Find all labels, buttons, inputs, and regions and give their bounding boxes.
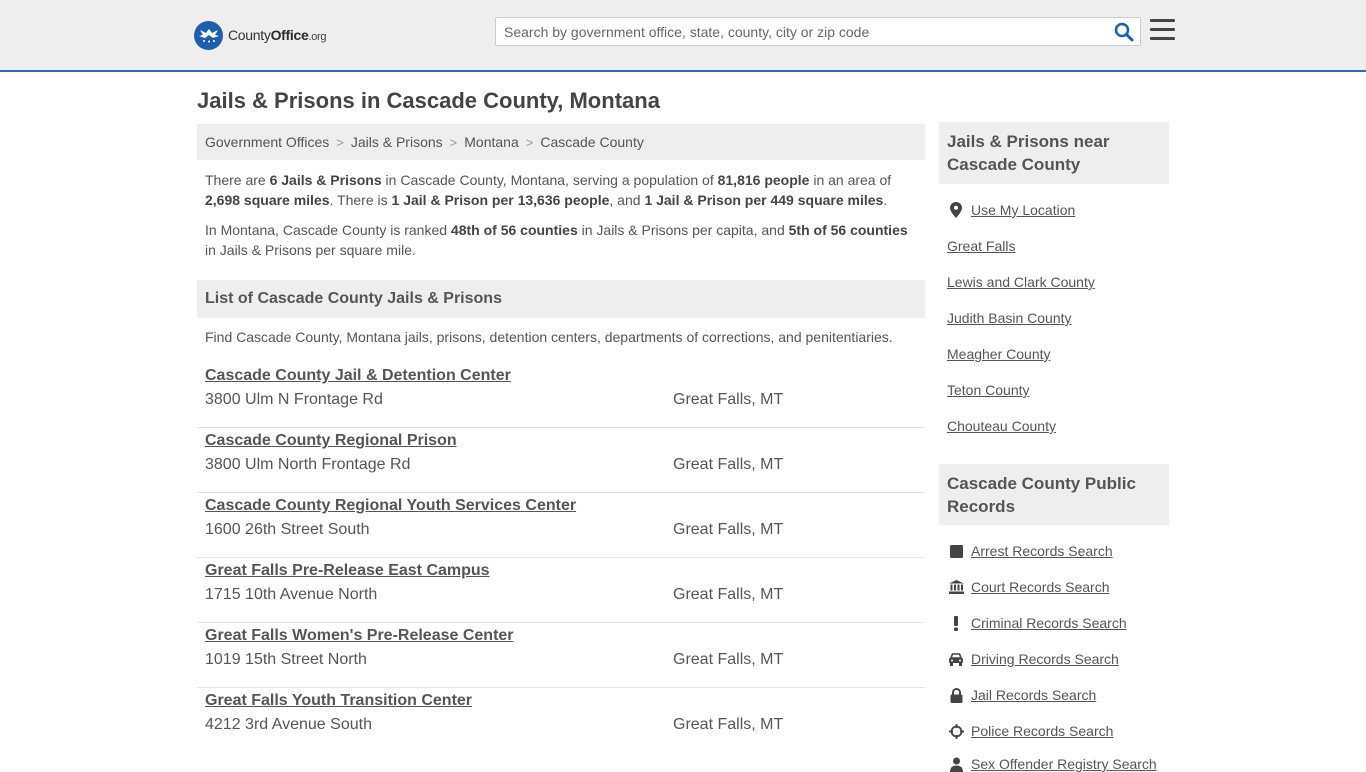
logo-wordmark: CountyOffice.org [228,27,327,43]
summary-paragraph: There are 6 Jails & Prisons in Cascade C… [205,170,920,210]
summary-text: , and [609,192,645,208]
sidebar-nearby-title: Jails & Prisons near Cascade County [939,122,1169,184]
jail-records-link[interactable]: Jail Records Search [971,687,1096,703]
criminal-records-link[interactable]: Criminal Records Search [971,615,1127,631]
search-bar [495,17,1141,46]
list-section-description: Find Cascade County, Montana jails, pris… [205,329,893,345]
listing-name-link[interactable]: Cascade County Regional Prison [205,432,457,450]
eagle-logo-icon [194,20,223,50]
listing-city: Great Falls, MT [673,651,784,668]
list-item: Great Falls Women's Pre-Release Center 1… [197,623,925,688]
breadcrumb-jails-prisons[interactable]: Jails & Prisons [351,134,443,150]
listing-address: 4212 3rd Avenue South [205,716,372,733]
list-section-title: List of Cascade County Jails & Prisons [197,280,925,318]
ranking-per-area: 5th of 56 counties [788,222,908,238]
listing-address: 3800 Ulm North Frontage Rd [205,456,411,473]
chevron-right-icon: > [336,134,344,150]
police-records-link[interactable]: Police Records Search [971,723,1113,739]
list-item: Great Falls Youth Transition Center 4212… [197,688,925,753]
ranking-paragraph: In Montana, Cascade County is ranked 48t… [205,220,920,260]
listing-city: Great Falls, MT [673,391,784,408]
listing-address: 1019 15th Street North [205,651,367,668]
ranking-per-capita: 48th of 56 counties [450,222,578,238]
search-icon [1114,22,1134,42]
list-item: Cascade County Regional Youth Services C… [197,493,925,558]
arrest-records-link[interactable]: Arrest Records Search [971,543,1113,559]
listing-list: Cascade County Jail & Detention Center 3… [197,363,925,753]
summary-per-capita: 1 Jail & Prison per 13,636 people [391,192,610,208]
nearby-link[interactable]: Teton County [947,382,1030,398]
sex-offender-registry-link[interactable]: Sex Offender Registry Search [971,756,1157,772]
exclamation-icon [948,615,964,631]
search-input[interactable] [496,18,1106,45]
breadcrumb-current: Cascade County [540,134,644,150]
nearby-link[interactable]: Judith Basin County [947,310,1072,326]
logo-office-text: Office [270,27,309,43]
summary-area: 2,698 square miles [205,192,330,208]
breadcrumb-montana[interactable]: Montana [464,134,518,150]
driving-records-link[interactable]: Driving Records Search [971,651,1119,667]
breadcrumb-government-offices[interactable]: Government Offices [205,134,329,150]
court-records-link[interactable]: Court Records Search [971,579,1110,595]
logo-county-text: County [228,27,271,43]
summary-count: 6 Jails & Prisons [269,172,382,188]
person-icon [948,756,964,772]
ranking-text: In Montana, Cascade County is ranked [205,222,451,238]
summary-text: in an area of [809,172,892,188]
listing-name-link[interactable]: Great Falls Women's Pre-Release Center [205,627,514,645]
listing-city: Great Falls, MT [673,586,784,603]
list-item: Great Falls Pre-Release East Campus 1715… [197,558,925,623]
listing-name-link[interactable]: Cascade County Jail & Detention Center [205,367,511,385]
list-item: Cascade County Jail & Detention Center 3… [197,363,925,428]
summary-population: 81,816 people [717,172,810,188]
ranking-text: in Jails & Prisons per capita, and [577,222,789,238]
summary-text: . [883,192,888,208]
ranking-text: in Jails & Prisons per square mile. [205,242,416,258]
use-my-location-link[interactable]: Use My Location [971,202,1075,218]
nearby-link[interactable]: Great Falls [947,238,1015,254]
nearby-link[interactable]: Lewis and Clark County [947,274,1095,290]
hamburger-menu-icon[interactable] [1150,19,1175,41]
listing-city: Great Falls, MT [673,456,784,473]
logo-org-text: .org [308,31,327,43]
sidebar-records-title: Cascade County Public Records [939,464,1169,525]
courthouse-icon [948,579,964,595]
list-item: Cascade County Regional Prison 3800 Ulm … [197,428,925,493]
crosshair-icon [948,723,964,739]
car-icon [948,651,964,667]
summary-text: There are [205,172,270,188]
nearby-link[interactable]: Chouteau County [947,418,1056,434]
lock-icon [948,687,964,703]
square-icon [948,543,964,559]
summary-text: . There is [329,192,392,208]
search-button[interactable] [1114,22,1134,42]
summary-per-area: 1 Jail & Prison per 449 square miles [644,192,884,208]
summary-text: in Cascade County, Montana, serving a po… [381,172,718,188]
listing-name-link[interactable]: Cascade County Regional Youth Services C… [205,497,576,515]
nearby-link[interactable]: Meagher County [947,346,1051,362]
page-title: Jails & Prisons in Cascade County, Monta… [197,88,660,113]
breadcrumb: Government Offices > Jails & Prisons > M… [197,124,925,160]
listing-name-link[interactable]: Great Falls Youth Transition Center [205,692,472,710]
listing-address: 1600 26th Street South [205,521,370,538]
map-pin-icon [948,202,964,218]
chevron-right-icon: > [449,134,458,150]
listing-address: 1715 10th Avenue North [205,586,378,603]
listing-address: 3800 Ulm N Frontage Rd [205,391,383,408]
listing-name-link[interactable]: Great Falls Pre-Release East Campus [205,562,490,580]
site-header: CountyOffice.org [0,0,1366,72]
chevron-right-icon: > [525,134,534,150]
site-logo[interactable]: CountyOffice.org [194,20,327,50]
listing-city: Great Falls, MT [673,716,784,733]
listing-city: Great Falls, MT [673,521,784,538]
